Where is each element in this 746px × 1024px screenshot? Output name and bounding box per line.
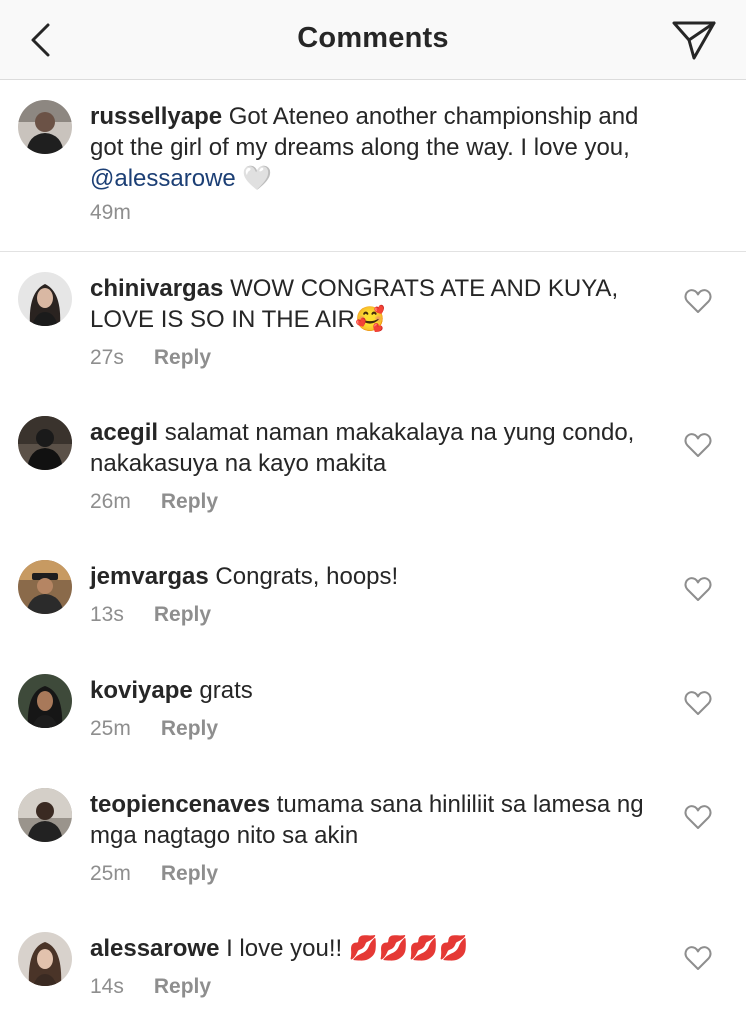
comment-timestamp: 25m — [90, 717, 131, 740]
comment-username[interactable]: teopiencenaves — [90, 791, 270, 818]
page-title: Comments — [297, 22, 449, 54]
avatar[interactable] — [18, 416, 72, 470]
comment-timestamp: 13s — [90, 603, 124, 626]
heart-outline-icon — [684, 805, 712, 829]
comment-text: koviyape grats — [90, 675, 670, 706]
comment-text: acegil salamat naman makakalaya na yung … — [90, 417, 670, 479]
comment-body: salamat naman makakalaya na yung condo, … — [90, 419, 635, 477]
heart-outline-icon — [684, 577, 712, 601]
reply-button[interactable]: Reply — [154, 346, 211, 370]
reply-button[interactable]: Reply — [154, 975, 211, 999]
comment-text: chinivargas WOW CONGRATS ATE AND KUYA, L… — [90, 273, 670, 335]
like-button[interactable] — [684, 432, 712, 458]
comment-body: grats — [192, 677, 253, 704]
avatar[interactable] — [18, 560, 72, 614]
comment-username[interactable]: jemvargas — [90, 563, 209, 590]
like-button[interactable] — [684, 945, 712, 971]
comment-timestamp: 25m — [90, 862, 131, 885]
avatar[interactable] — [18, 272, 72, 326]
comment-meta: 27s Reply — [90, 346, 211, 370]
post-caption: russellyape Got Ateneo another champions… — [0, 80, 746, 252]
caption-username[interactable]: russellyape — [90, 103, 222, 130]
share-button[interactable] — [670, 18, 718, 62]
comment-item: koviyape grats 25m Reply — [0, 654, 746, 768]
comment-username[interactable]: acegil — [90, 419, 158, 446]
comment-body: Congrats, hoops! — [208, 563, 399, 590]
comment-username[interactable]: alessarowe — [90, 935, 219, 962]
caption-meta: 49m — [90, 201, 131, 225]
reply-button[interactable]: Reply — [154, 603, 211, 627]
comment-username[interactable]: chinivargas — [90, 275, 223, 302]
avatar[interactable] — [18, 932, 72, 986]
like-button[interactable] — [684, 576, 712, 602]
reply-button[interactable]: Reply — [161, 717, 218, 741]
avatar[interactable] — [18, 674, 72, 728]
comment-item: chinivargas WOW CONGRATS ATE AND KUYA, L… — [0, 252, 746, 396]
heart-outline-icon — [684, 289, 712, 313]
comment-item: alessarowe I love you!! 💋💋💋💋 14s Reply — [0, 912, 746, 1024]
comment-meta: 25m Reply — [90, 717, 218, 741]
comment-text: alessarowe I love you!! 💋💋💋💋 — [90, 933, 670, 964]
comment-meta: 13s Reply — [90, 603, 211, 627]
comment-timestamp: 26m — [90, 490, 131, 513]
comment-body: I love you!! 💋💋💋💋 — [219, 935, 469, 962]
top-nav-bar: Comments — [0, 0, 746, 80]
comment-timestamp: 27s — [90, 346, 124, 369]
comment-meta: 26m Reply — [90, 490, 218, 514]
avatar[interactable] — [18, 788, 72, 842]
reply-button[interactable]: Reply — [161, 490, 218, 514]
heart-outline-icon — [684, 433, 712, 457]
caption-mention[interactable]: @alessarowe — [90, 165, 236, 192]
heart-outline-icon — [684, 946, 712, 970]
comment-meta: 25m Reply — [90, 862, 218, 886]
caption-text: russellyape Got Ateneo another champions… — [90, 101, 670, 194]
caption-timestamp: 49m — [90, 201, 131, 224]
comment-text: jemvargas Congrats, hoops! — [90, 561, 670, 592]
comment-item: acegil salamat naman makakalaya na yung … — [0, 396, 746, 540]
comment-item: teopiencenaves tumama sana hinliliit sa … — [0, 768, 746, 912]
comment-item: jemvargas Congrats, hoops! 13s Reply — [0, 540, 746, 654]
send-direct-icon — [672, 21, 716, 60]
like-button[interactable] — [684, 804, 712, 830]
like-button[interactable] — [684, 288, 712, 314]
heart-outline-icon — [684, 691, 712, 715]
avatar[interactable] — [18, 100, 72, 154]
comment-username[interactable]: koviyape — [90, 677, 193, 704]
caption-emoji: 🤍 — [235, 165, 273, 192]
comment-text: teopiencenaves tumama sana hinliliit sa … — [90, 789, 670, 851]
comment-timestamp: 14s — [90, 975, 124, 998]
reply-button[interactable]: Reply — [161, 862, 218, 886]
like-button[interactable] — [684, 690, 712, 716]
comment-meta: 14s Reply — [90, 975, 211, 999]
